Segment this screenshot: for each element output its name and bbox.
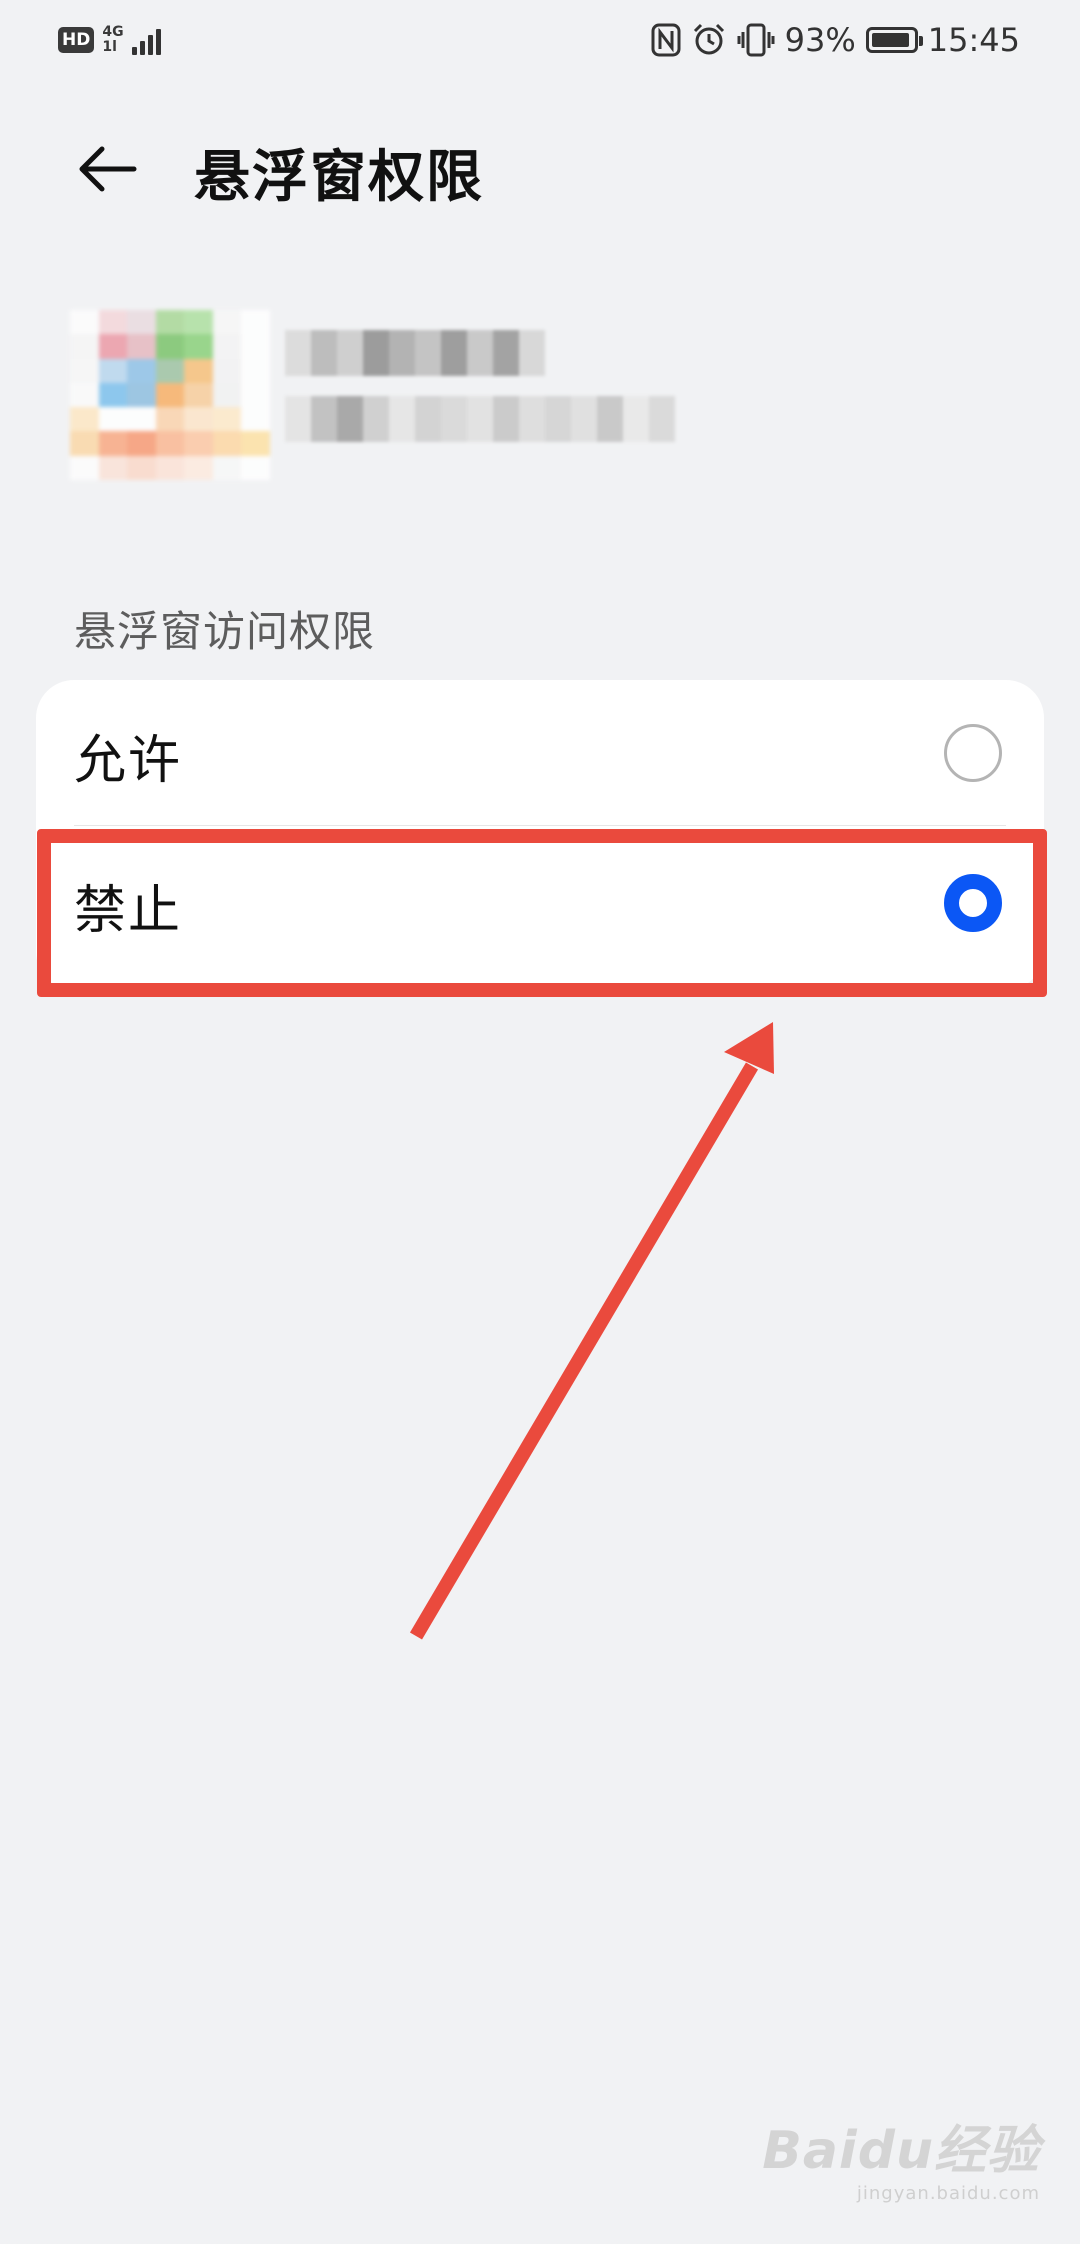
network-sub-label: 1l — [102, 39, 117, 55]
annotation-highlight-box — [37, 829, 1047, 997]
alarm-icon — [693, 23, 724, 55]
app-version-line — [285, 396, 675, 442]
signal-icon — [131, 25, 161, 55]
app-name-blurred — [285, 330, 675, 442]
option-allow[interactable]: 允许 — [36, 680, 1044, 825]
app-info — [70, 300, 675, 490]
network-type: 4G 1l — [102, 25, 123, 55]
option-allow-label: 允许 — [74, 731, 183, 791]
battery-percent: 93% — [784, 21, 856, 59]
status-right: 93% 15:45 — [651, 18, 1020, 62]
divider — [74, 825, 1006, 826]
top-app-bar: 悬浮窗权限 — [0, 110, 1080, 220]
watermark: Baidu经验 jingyan.baidu.com — [762, 2108, 1040, 2204]
back-button[interactable] — [72, 134, 142, 204]
battery-icon — [865, 27, 923, 53]
radio-allow[interactable] — [944, 724, 1002, 782]
battery-fill — [871, 33, 909, 47]
status-bar: HD 4G 1l 93% 15:45 — [0, 0, 1080, 84]
hd-badge: HD — [58, 27, 95, 53]
app-name-line — [285, 330, 675, 376]
page-title: 悬浮窗权限 — [194, 145, 484, 210]
watermark-url: jingyan.baidu.com — [856, 2183, 1040, 2204]
vibrate-icon — [737, 23, 775, 57]
arrow-left-icon — [79, 146, 137, 192]
section-label: 悬浮窗访问权限 — [74, 607, 376, 656]
clock: 15:45 — [927, 21, 1020, 59]
network-label: 4G — [102, 24, 124, 40]
watermark-logo: Baidu经验 — [762, 2121, 1040, 2181]
app-icon — [70, 310, 270, 480]
nfc-icon — [651, 23, 681, 57]
status-left: HD 4G 1l — [58, 20, 161, 60]
